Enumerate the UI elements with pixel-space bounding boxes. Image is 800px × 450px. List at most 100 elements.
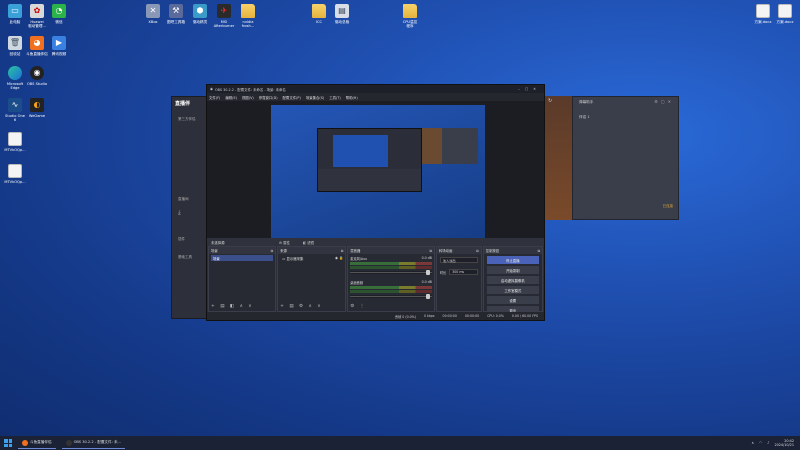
sidebar-item[interactable]: 直播间 bbox=[178, 197, 189, 202]
visibility-lock-icons[interactable]: ◉ 🔒 bbox=[335, 256, 343, 260]
studio-mode-button[interactable]: 工作室模式 bbox=[486, 286, 539, 294]
volume-slider[interactable] bbox=[350, 294, 432, 299]
desktop-icon-file-2[interactable]: MTVkOQp... bbox=[2, 164, 28, 184]
volume-meter bbox=[350, 286, 432, 289]
desktop-icon-wegame[interactable]: ◐ WeGame bbox=[24, 98, 50, 118]
streaming-assistant-window[interactable]: 直播伴 第三方伴侣 直播间 ⤓ 插件 基础工具 bbox=[171, 96, 207, 319]
source-toolbar: 未选择源 ⚙ 属性 ◧ 滤镜 bbox=[207, 238, 544, 246]
panel-title: 弹幕助手 bbox=[579, 100, 594, 104]
desktop-icon-wechat[interactable]: ◔ 微信 bbox=[46, 4, 72, 24]
wechat-icon: ◔ bbox=[52, 4, 66, 18]
file-icon bbox=[8, 164, 22, 178]
fps: 0.00 / 60.00 FPS bbox=[511, 314, 538, 318]
transition-select[interactable]: 淡入淡出 bbox=[439, 257, 478, 263]
duration-field[interactable]: 300 ms bbox=[449, 269, 478, 275]
computer-icon: ▭ bbox=[8, 4, 22, 18]
desktop-icon-file-1[interactable]: MTVkOQp... bbox=[2, 132, 28, 152]
dock-menu-icon[interactable]: ⧉ bbox=[476, 249, 478, 253]
network-icon[interactable]: ◠ bbox=[759, 441, 762, 445]
menu-view[interactable]: 视图(V) bbox=[242, 95, 254, 100]
document-icon bbox=[756, 4, 770, 18]
obs-titlebar[interactable]: ◉ OBS 30.2.2 - 配置文件: 未命名 - 场景: 未命名 –▢✕ bbox=[207, 85, 544, 93]
mixer-channel: 麦克风/Aux 0.0 dB bbox=[348, 254, 434, 275]
douyu-icon bbox=[22, 439, 28, 446]
source-controls[interactable]: + ▤ ⚙ ∧ ∨ bbox=[280, 304, 322, 309]
dock-menu-icon[interactable]: ⧉ bbox=[271, 249, 273, 253]
start-button[interactable] bbox=[4, 439, 12, 447]
sidebar-item[interactable]: 第三方伴侣 bbox=[178, 117, 196, 122]
sidebar-item[interactable]: 基础工具 bbox=[178, 255, 192, 260]
obs-logo-icon: ◉ bbox=[210, 87, 213, 91]
dock-menu-icon[interactable]: ⧉ bbox=[429, 249, 431, 253]
mixer-controls[interactable]: ⚙ ⋮ bbox=[350, 304, 366, 309]
tray-chevron-icon[interactable]: ∧ bbox=[751, 441, 754, 445]
refresh-icon[interactable]: ↻ bbox=[548, 98, 552, 104]
scene-controls[interactable]: + ▤ ◧ ∧ ∨ bbox=[211, 304, 254, 309]
huawei-icon: ✿ bbox=[30, 4, 44, 18]
desktop-icon-toolbox[interactable]: ⚒ 图吧工具箱 bbox=[163, 4, 189, 24]
desktop-icon-driver-president[interactable]: ▤ 驱动总裁 bbox=[329, 4, 355, 24]
status-link[interactable]: 已连接 bbox=[663, 204, 674, 209]
folder-icon bbox=[403, 4, 417, 18]
scene-item[interactable]: 场景 bbox=[211, 255, 274, 261]
mixer-channel: 桌面音频 0.0 dB bbox=[348, 278, 434, 299]
desktop-icon-doc-2[interactable]: 方案.docx bbox=[772, 4, 798, 24]
app-side-strip: ↻ bbox=[545, 96, 572, 220]
taskbar-item-obs[interactable]: OBS 30.2.2 - 配置文件: 未... bbox=[61, 438, 125, 449]
danmaku-panel[interactable]: 弹幕助手 ⚙▢✕ 伴侣 1 已连接 bbox=[572, 96, 679, 220]
menu-scene-collection[interactable]: 场景集合(S) bbox=[306, 95, 324, 100]
menu-tools[interactable]: 工具(T) bbox=[329, 95, 341, 100]
desktop-icon-tencent-video[interactable]: ▶ 腾讯视频 bbox=[46, 36, 72, 56]
controls-dock[interactable]: 控制按钮 ⧉ 停止直播 开始录制 启动虚拟摄像机 工作室模式 设置 退出 bbox=[482, 246, 543, 314]
menu-docks[interactable]: 停靠窗口(D) bbox=[259, 95, 278, 100]
stop-streaming-button[interactable]: 停止直播 bbox=[486, 256, 539, 264]
dropped-frames: 丢帧 0 (0.0%) bbox=[394, 314, 416, 319]
window-controls[interactable]: –▢✕ bbox=[518, 87, 541, 91]
desktop-icon-driver[interactable]: ⬢ 驱动精灵 bbox=[187, 4, 213, 24]
window-controls[interactable]: ⚙▢✕ bbox=[654, 99, 674, 104]
start-recording-button[interactable]: 开始录制 bbox=[486, 266, 539, 274]
dock-title: 控制按钮 bbox=[485, 249, 500, 253]
nested-docks bbox=[318, 169, 421, 191]
bitrate: 0 kbps bbox=[423, 314, 435, 318]
volume-slider[interactable] bbox=[350, 270, 432, 275]
nested-panel bbox=[442, 128, 478, 164]
nested-strip bbox=[422, 128, 442, 164]
menu-help[interactable]: 帮助(H) bbox=[346, 95, 358, 100]
menu-edit[interactable]: 编辑(E) bbox=[225, 95, 237, 100]
cpu-usage: CPU: 0.0% bbox=[487, 314, 504, 318]
sources-dock[interactable]: 来源 ⧉ ▭ 显示器采集 ◉ 🔒 + ▤ ⚙ ∧ ∨ bbox=[277, 246, 347, 312]
mixer-dock[interactable]: 混音器 ⧉ 麦克风/Aux 0.0 dB 桌面音频 0.0 dB ⚙ ⋮ bbox=[347, 246, 435, 312]
desktop-icon-msi[interactable]: ✈ MSI Afterburner bbox=[211, 4, 237, 28]
source-item[interactable]: ▭ 显示器采集 ◉ 🔒 bbox=[280, 255, 343, 261]
obs-window[interactable]: ◉ OBS 30.2.2 - 配置文件: 未命名 - 场景: 未命名 –▢✕ 文… bbox=[206, 84, 545, 321]
filters-button[interactable]: ◧ 滤镜 bbox=[303, 240, 314, 245]
properties-button[interactable]: ⚙ 属性 bbox=[279, 240, 290, 245]
download-icon[interactable]: ⤓ bbox=[178, 209, 181, 217]
dock-menu-icon[interactable]: ⧉ bbox=[538, 249, 540, 253]
desktop-icon-nvidia-folder[interactable]: nvidia frosh... bbox=[235, 4, 261, 28]
obs-icon: ◉ bbox=[30, 66, 44, 80]
menu-file[interactable]: 文件(F) bbox=[209, 95, 220, 100]
msi-afterburner-icon: ✈ bbox=[217, 4, 231, 18]
transitions-dock[interactable]: 转场动画 ⧉ 淡入淡出 时长 300 ms bbox=[435, 246, 482, 312]
menu-profile[interactable]: 配置文件(P) bbox=[283, 95, 301, 100]
driver-icon: ⬢ bbox=[193, 4, 207, 18]
nested-preview bbox=[333, 135, 388, 167]
folder-icon bbox=[312, 4, 326, 18]
preview-area[interactable] bbox=[207, 101, 544, 238]
desktop-icon-cpu-temp[interactable]: CPU温控 程序 bbox=[397, 4, 423, 28]
dock-title: 场景 bbox=[211, 249, 218, 253]
taskbar: 斗鱼直播伴侣 OBS 30.2.2 - 配置文件: 未... ∧ ◠ ♪ 20:… bbox=[0, 436, 800, 450]
volume-icon[interactable]: ♪ bbox=[767, 441, 769, 445]
taskbar-item-douyu[interactable]: 斗鱼直播伴侣 bbox=[18, 438, 56, 449]
scenes-dock[interactable]: 场景 ⧉ 场景 + ▤ ◧ ∧ ∨ bbox=[208, 246, 277, 312]
clock[interactable]: 20:42 2024/10/21 bbox=[774, 439, 794, 448]
preview-canvas[interactable] bbox=[271, 105, 485, 238]
sidebar-item[interactable]: 插件 bbox=[178, 237, 185, 242]
settings-button[interactable]: 设置 bbox=[486, 296, 539, 304]
app-logo: 直播伴 bbox=[175, 101, 191, 107]
desktop-icon-obs[interactable]: ◉ OBS Studio bbox=[24, 66, 50, 86]
dock-menu-icon[interactable]: ⧉ bbox=[341, 249, 343, 253]
virtual-camera-button[interactable]: 启动虚拟摄像机 bbox=[486, 276, 539, 284]
